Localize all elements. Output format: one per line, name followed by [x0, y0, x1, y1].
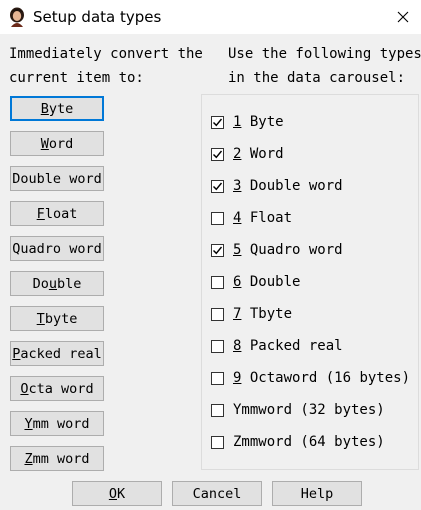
convert-packed-real-button[interactable]: Packed real	[10, 341, 104, 366]
close-button[interactable]	[385, 0, 421, 34]
convert-word-button[interactable]: Word	[10, 131, 104, 156]
checkbox-unchecked-icon[interactable]	[211, 339, 224, 353]
convert-float-button[interactable]: Float	[10, 201, 104, 226]
checkbox-unchecked-icon[interactable]	[211, 275, 224, 289]
convert-button-label: Quadro word	[12, 240, 102, 257]
carousel-type-9-checkbox[interactable]: 9 Octaword (16 bytes)	[211, 368, 410, 388]
carousel-type-label: 4 Float	[233, 210, 293, 226]
carousel-type-4-checkbox[interactable]: 4 Float	[211, 208, 292, 228]
convert-button-label: Double	[32, 275, 82, 292]
convert-button-label: Packed real	[12, 345, 102, 362]
convert-double-word-button[interactable]: Double word	[10, 166, 104, 191]
checkbox-unchecked-icon[interactable]	[211, 211, 224, 225]
carousel-section-label: Use the following types in the data caro…	[228, 46, 421, 86]
convert-button-label: Float	[36, 205, 78, 222]
checkbox-checked-icon[interactable]	[211, 243, 224, 257]
carousel-type-label: 2 Word	[233, 146, 284, 162]
convert-button-label: Word	[40, 135, 74, 152]
convert-button-label: Double word	[12, 170, 102, 187]
convert-byte-button[interactable]: Byte	[10, 96, 104, 121]
window-title: Setup data types	[33, 8, 162, 26]
help-button-label: Help	[300, 485, 334, 502]
checkbox-checked-icon[interactable]	[211, 147, 224, 161]
checkbox-checked-icon[interactable]	[211, 115, 224, 129]
carousel-type-3-checkbox[interactable]: 3 Double word	[211, 176, 343, 196]
checkbox-unchecked-icon[interactable]	[211, 403, 224, 417]
carousel-type-1-checkbox[interactable]: 1 Byte	[211, 112, 284, 132]
convert-button-label: Ymm word	[24, 415, 90, 432]
close-icon	[397, 11, 409, 23]
convert-quadro-word-button[interactable]: Quadro word	[10, 236, 104, 261]
carousel-type-5-checkbox[interactable]: 5 Quadro word	[211, 240, 343, 260]
convert-double-button[interactable]: Double	[10, 271, 104, 296]
carousel-type-label: 9 Octaword (16 bytes)	[233, 370, 411, 386]
checkbox-unchecked-icon[interactable]	[211, 371, 224, 385]
app-logo-icon	[10, 7, 24, 27]
carousel-type-label: Ymmword (32 bytes)	[233, 402, 385, 418]
convert-section-label: Immediately convert the current item to:	[9, 46, 203, 86]
checkbox-checked-icon[interactable]	[211, 179, 224, 193]
checkbox-unchecked-icon[interactable]	[211, 307, 224, 321]
convert-button-label: Byte	[40, 100, 74, 117]
convert-button-label: Tbyte	[36, 310, 78, 327]
convert-zmm-word-button[interactable]: Zmm word	[10, 446, 104, 471]
checkbox-unchecked-icon[interactable]	[211, 435, 224, 449]
carousel-type-label: 3 Double word	[233, 178, 343, 194]
carousel-type-6-checkbox[interactable]: 6 Double	[211, 272, 300, 292]
carousel-type-label: 6 Double	[233, 274, 301, 290]
convert-tbyte-button[interactable]: Tbyte	[10, 306, 104, 331]
carousel-type-7-checkbox[interactable]: 7 Tbyte	[211, 304, 292, 324]
cancel-button-label: Cancel	[192, 485, 242, 502]
ok-button[interactable]: OK	[72, 481, 162, 506]
carousel-type-8-checkbox[interactable]: 8 Packed real	[211, 336, 343, 356]
carousel-type-label: 7 Tbyte	[233, 306, 293, 322]
convert-octa-word-button[interactable]: Octa word	[10, 376, 104, 401]
carousel-type-label: Zmmword (64 bytes)	[233, 434, 385, 450]
convert-button-label: Zmm word	[24, 450, 90, 467]
carousel-type-label: 5 Quadro word	[233, 242, 343, 258]
convert-button-label: Octa word	[20, 380, 94, 397]
cancel-button[interactable]: Cancel	[172, 481, 262, 506]
ok-button-label: OK	[108, 485, 126, 502]
carousel-type-label: 1 Byte	[233, 114, 284, 130]
carousel-type-2-checkbox[interactable]: 2 Word	[211, 144, 284, 164]
help-button[interactable]: Help	[272, 481, 362, 506]
carousel-type-x9-checkbox[interactable]: Ymmword (32 bytes)	[211, 400, 385, 420]
title-bar: Setup data types	[0, 0, 421, 34]
convert-ymm-word-button[interactable]: Ymm word	[10, 411, 104, 436]
carousel-type-x10-checkbox[interactable]: Zmmword (64 bytes)	[211, 432, 385, 452]
carousel-type-label: 8 Packed real	[233, 338, 343, 354]
